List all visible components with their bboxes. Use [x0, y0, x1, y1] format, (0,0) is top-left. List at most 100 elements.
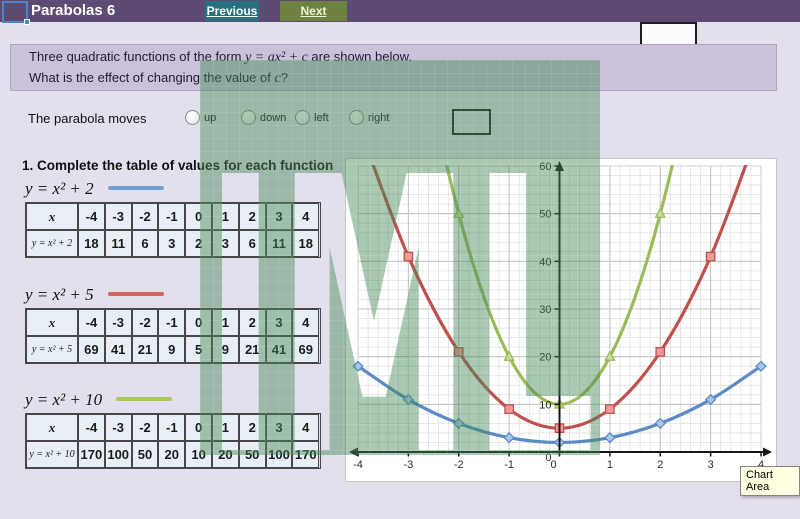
y-value-cell[interactable]: 9	[212, 336, 239, 363]
x-value-cell: 2	[239, 203, 266, 230]
svg-text:3: 3	[708, 459, 714, 471]
function-table-block: y = x² + 10x-4-3-2-101234y = x² + 101701…	[25, 390, 325, 469]
y-row-label-cell: y = x² + 10	[26, 441, 78, 468]
x-value-cell: 3	[266, 309, 293, 336]
svg-text:-4: -4	[353, 459, 363, 471]
svg-text:0: 0	[545, 452, 551, 464]
series-color-swatch	[116, 397, 172, 401]
chart-panel[interactable]: -4-3-2-1012340102030405060	[345, 158, 777, 482]
answer-box[interactable]	[452, 109, 491, 135]
y-value-cell[interactable]: 69	[78, 336, 105, 363]
x-value-cell: -1	[158, 414, 185, 441]
radio-option-right[interactable]: right	[349, 110, 389, 125]
x-value-cell: -2	[132, 309, 159, 336]
x-value-cell: 4	[292, 414, 319, 441]
x-value-cell: 0	[185, 414, 212, 441]
x-value-cell: 4	[292, 309, 319, 336]
x-value-cell: -4	[78, 309, 105, 336]
x-value-cell: 1	[212, 203, 239, 230]
x-value-cell: 1	[212, 309, 239, 336]
x-value-cell: -2	[132, 203, 159, 230]
x-header-cell: x	[26, 414, 78, 441]
values-table: x-4-3-2-101234y = x² + 5694121959214169	[25, 308, 321, 364]
radio-label: left	[314, 112, 329, 124]
y-value-cell[interactable]: 10	[185, 441, 212, 468]
banner-line-2: What is the effect of changing the value…	[29, 70, 288, 87]
svg-text:10: 10	[539, 399, 551, 411]
y-value-cell[interactable]: 18	[292, 230, 319, 257]
y-value-cell[interactable]: 170	[78, 441, 105, 468]
series-color-swatch	[108, 186, 164, 190]
y-value-cell[interactable]: 100	[105, 441, 132, 468]
formula-text: y = ax² + c	[245, 50, 308, 65]
svg-text:-2: -2	[454, 459, 464, 471]
cell-fill-handle[interactable]	[24, 19, 30, 25]
svg-text:30: 30	[539, 304, 551, 316]
function-table-block: y = x² + 2x-4-3-2-101234y = x² + 2181163…	[25, 179, 325, 258]
radio-label: right	[368, 112, 389, 124]
y-value-cell[interactable]: 41	[266, 336, 293, 363]
svg-text:-1: -1	[504, 459, 514, 471]
radio-circle-icon[interactable]	[241, 110, 256, 125]
y-value-cell[interactable]: 9	[158, 336, 185, 363]
y-value-cell[interactable]: 100	[266, 441, 293, 468]
function-label: y = x² + 5	[25, 285, 94, 304]
x-value-cell: -4	[78, 414, 105, 441]
radio-label: up	[204, 112, 216, 124]
y-value-cell[interactable]: 6	[239, 230, 266, 257]
title-bar: Parabolas 6 Previous Next	[0, 0, 800, 22]
svg-text:-3: -3	[403, 459, 413, 471]
x-value-cell: 2	[239, 309, 266, 336]
y-value-cell[interactable]: 21	[132, 336, 159, 363]
banner-line-1: Three quadratic functions of the form y …	[29, 49, 412, 66]
y-value-cell[interactable]: 3	[158, 230, 185, 257]
x-value-cell: 3	[266, 414, 293, 441]
radio-option-up[interactable]: up	[185, 110, 216, 125]
y-value-cell[interactable]: 5	[185, 336, 212, 363]
chart-area-tooltip: Chart Area	[740, 466, 800, 496]
next-button[interactable]: Next	[280, 1, 347, 21]
y-value-cell[interactable]: 50	[239, 441, 266, 468]
x-value-cell: -1	[158, 203, 185, 230]
y-value-cell[interactable]: 6	[132, 230, 159, 257]
y-value-cell[interactable]: 50	[132, 441, 159, 468]
values-table: x-4-3-2-101234y = x² + 21811632361118	[25, 202, 321, 258]
y-value-cell[interactable]: 20	[158, 441, 185, 468]
question-banner: Three quadratic functions of the form y …	[10, 44, 777, 91]
svg-text:1: 1	[607, 459, 613, 471]
svg-text:40: 40	[539, 256, 551, 268]
radio-label: down	[260, 112, 286, 124]
x-value-cell: 1	[212, 414, 239, 441]
y-value-cell[interactable]: 21	[239, 336, 266, 363]
y-value-cell[interactable]: 11	[266, 230, 293, 257]
parabola-moves-prompt: The parabola moves	[28, 111, 147, 126]
svg-text:50: 50	[539, 209, 551, 221]
svg-text:2: 2	[657, 459, 663, 471]
x-value-cell: -3	[105, 309, 132, 336]
x-value-cell: -4	[78, 203, 105, 230]
radio-circle-icon[interactable]	[349, 110, 364, 125]
radio-option-left[interactable]: left	[295, 110, 329, 125]
y-value-cell[interactable]: 20	[212, 441, 239, 468]
y-row-label-cell: y = x² + 2	[26, 230, 78, 257]
function-label: y = x² + 2	[25, 179, 94, 198]
radio-circle-icon[interactable]	[295, 110, 310, 125]
y-value-cell[interactable]: 11	[105, 230, 132, 257]
y-value-cell[interactable]: 2	[185, 230, 212, 257]
y-row-label-cell: y = x² + 5	[26, 336, 78, 363]
y-value-cell[interactable]: 69	[292, 336, 319, 363]
previous-button[interactable]: Previous	[205, 1, 259, 21]
radio-option-down[interactable]: down	[241, 110, 286, 125]
x-header-cell: x	[26, 203, 78, 230]
x-value-cell: -3	[105, 414, 132, 441]
parabola-chart: -4-3-2-1012340102030405060	[346, 159, 776, 481]
svg-text:20: 20	[539, 352, 551, 364]
y-value-cell[interactable]: 18	[78, 230, 105, 257]
y-value-cell[interactable]: 3	[212, 230, 239, 257]
section-heading: 1. Complete the table of values for each…	[22, 158, 333, 173]
x-value-cell: -1	[158, 309, 185, 336]
radio-circle-icon[interactable]	[185, 110, 200, 125]
y-value-cell[interactable]: 41	[105, 336, 132, 363]
y-value-cell[interactable]: 170	[292, 441, 319, 468]
series-color-swatch	[108, 292, 164, 296]
